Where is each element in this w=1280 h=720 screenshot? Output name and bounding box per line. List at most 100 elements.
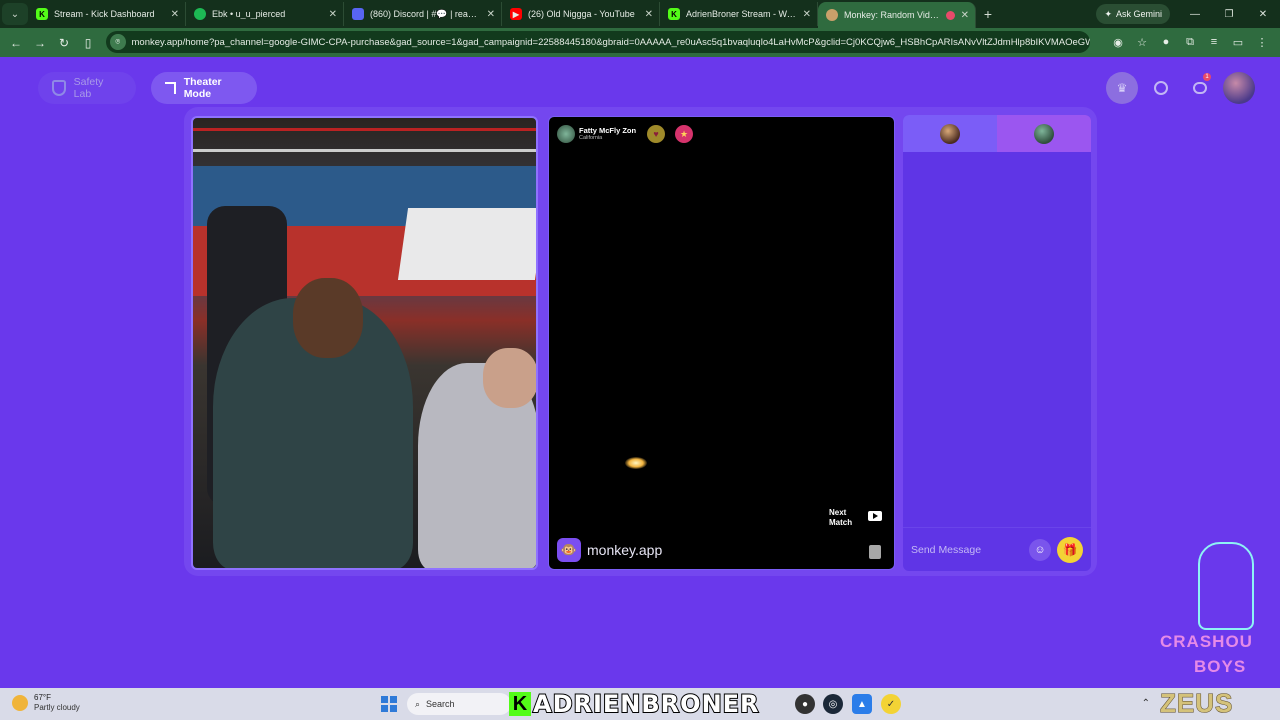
photos-icon[interactable]: ▲ [852, 694, 872, 714]
chat-tab-self[interactable] [903, 115, 997, 152]
remote-user-location: California [579, 134, 603, 141]
remote-video: Fatty McFly Zon California ♥ ★ Next Matc… [548, 116, 895, 570]
window-controls: — ❐ ✕ [1178, 0, 1280, 28]
taskbar-search[interactable]: ⌕ Search [407, 693, 511, 715]
shield-icon [52, 80, 66, 96]
forward-arrow-icon[interactable]: → [28, 31, 52, 55]
close-window-icon[interactable]: ✕ [1246, 0, 1280, 28]
monkey-logo-icon: 🐵 [557, 538, 581, 562]
system-tray-chevron-icon[interactable]: ⌃ [1142, 698, 1150, 709]
guest-head [483, 348, 536, 408]
tab-title: Ebk • u_u_pierced [212, 9, 286, 19]
split-view-icon[interactable]: ▯ [76, 31, 100, 55]
toolbar-actions: ◉ ☆ ● ⧉ ≡ ▭ ⋮ [1108, 32, 1272, 52]
report-flag-icon[interactable] [869, 545, 881, 559]
close-icon[interactable]: ✕ [961, 10, 969, 21]
browser-tab-strip: ⌄ K Stream - Kick Dashboard ✕ Ebk • u_u_… [0, 0, 1280, 28]
crown-icon: ♛ [1116, 81, 1128, 95]
spotify-icon [194, 8, 206, 20]
next-play-icon[interactable] [868, 511, 882, 521]
extension-icon[interactable]: ◉ [1108, 32, 1128, 52]
boxer-figure-icon [1198, 542, 1254, 630]
tab-kick-dashboard[interactable]: K Stream - Kick Dashboard ✕ [28, 2, 186, 26]
heart-badge-icon[interactable]: ♥ [647, 125, 665, 143]
close-icon[interactable]: ✕ [803, 9, 811, 20]
next-match-label-2: Match [829, 518, 853, 527]
address-bar[interactable]: ⌾ monkey.app/home?pa_channel=google-GIMC… [106, 31, 1090, 53]
tab-spotify[interactable]: Ebk • u_u_pierced ✕ [186, 2, 344, 26]
weather-widget[interactable]: 67°F Partly cloudy [12, 693, 80, 713]
boxing-ring-ropes [193, 128, 536, 152]
close-icon[interactable]: ✕ [329, 9, 337, 20]
sidebar-icon[interactable]: ▭ [1228, 32, 1248, 52]
kick-icon: K [668, 8, 680, 20]
reward-badge-icon[interactable]: ★ [675, 125, 693, 143]
url-text: monkey.app/home?pa_channel=google-GIMC-C… [131, 36, 1090, 48]
safety-lab-button[interactable]: Safety Lab [38, 72, 136, 104]
chat-tab-remote[interactable] [997, 115, 1091, 152]
clock-icon [1154, 81, 1168, 95]
new-tab-button[interactable]: + [976, 6, 1000, 22]
chat-tabs [903, 115, 1091, 152]
message-composer: Send Message ☺ 🎁 [903, 527, 1091, 571]
gift-icon[interactable]: 🎁 [1057, 536, 1083, 563]
maximize-icon[interactable]: ❐ [1212, 0, 1246, 28]
overlay-brand-line2: BOYS [1194, 657, 1247, 676]
remote-avatar [1034, 123, 1054, 144]
theater-mode-button[interactable]: Theater Mode [151, 72, 257, 104]
remote-user-name: Fatty McFly Zon [579, 125, 637, 135]
close-icon[interactable]: ✕ [171, 9, 179, 20]
site-info-icon[interactable]: ⌾ [110, 34, 126, 50]
tab-title: (26) Old Niggga - YouTube [528, 9, 635, 19]
tab-title: Stream - Kick Dashboard [54, 9, 155, 19]
partly-cloudy-icon [12, 695, 28, 711]
gemini-icon: ✦ [1104, 8, 1112, 19]
emoji-icon[interactable]: ☺ [1029, 538, 1051, 561]
remote-user-info[interactable]: Fatty McFly Zon California [557, 125, 636, 143]
bookmark-star-icon[interactable]: ☆ [1132, 32, 1152, 52]
next-match-label-1: Next [829, 508, 847, 517]
extensions-puzzle-icon[interactable]: ⧉ [1180, 32, 1200, 52]
menu-dots-icon[interactable]: ⋮ [1252, 32, 1272, 52]
reload-icon[interactable]: ↻ [52, 31, 76, 55]
ring-banner [397, 208, 536, 280]
tab-monkey[interactable]: Monkey: Random Video Ch ✕ [818, 2, 976, 28]
history-button[interactable] [1145, 72, 1177, 104]
tab-discord[interactable]: (860) Discord | #💬 | reactions ✕ [344, 2, 502, 26]
chat-bubble-icon [1193, 82, 1207, 94]
messages-button[interactable]: 1 [1184, 72, 1216, 104]
light-glow [625, 457, 647, 469]
message-input[interactable]: Send Message [911, 544, 1029, 556]
close-icon[interactable]: ✕ [645, 9, 653, 20]
back-arrow-icon[interactable]: ← [4, 31, 28, 55]
minimize-icon[interactable]: — [1178, 0, 1212, 28]
tab-youtube[interactable]: ▶ (26) Old Niggga - YouTube ✕ [502, 2, 660, 26]
close-icon[interactable]: ✕ [487, 9, 495, 20]
safety-lab-label: Safety Lab [73, 76, 104, 100]
monkey-icon [826, 9, 838, 21]
ask-gemini-button[interactable]: ✦ Ask Gemini [1096, 4, 1170, 24]
norton-icon[interactable]: ✓ [881, 694, 901, 714]
steam-icon[interactable]: ◎ [823, 694, 843, 714]
search-icon: ⌕ [415, 698, 421, 709]
reading-list-icon[interactable]: ≡ [1204, 32, 1224, 52]
tab-adrienbroner-stream[interactable]: K AdrienBroner Stream - Watch Li ✕ [660, 2, 818, 26]
kick-channel-banner: K ADRIENBRONER [509, 689, 760, 719]
chat-panel: Send Message ☺ 🎁 [903, 115, 1091, 571]
tab-title: AdrienBroner Stream - Watch Li [686, 9, 797, 19]
expand-icon [165, 82, 176, 94]
next-match-button[interactable]: Next Match [829, 508, 852, 528]
profile-sync-icon[interactable]: ● [1156, 32, 1176, 52]
crashou-boys-logo: CRASHOU BOYS [1160, 542, 1280, 682]
streamer-head [293, 278, 363, 358]
crown-button[interactable]: ♛ [1106, 72, 1138, 104]
kick-icon: K [36, 8, 48, 20]
weather-temperature: 67°F [34, 693, 51, 702]
recording-icon [945, 10, 955, 20]
obs-icon[interactable]: ● [795, 694, 815, 714]
self-avatar [940, 123, 960, 144]
windows-start-icon[interactable] [381, 696, 397, 712]
tab-search-menu-button[interactable]: ⌄ [2, 3, 28, 25]
overlay-brand-line1: CRASHOU [1160, 632, 1253, 651]
profile-avatar[interactable] [1223, 72, 1255, 104]
